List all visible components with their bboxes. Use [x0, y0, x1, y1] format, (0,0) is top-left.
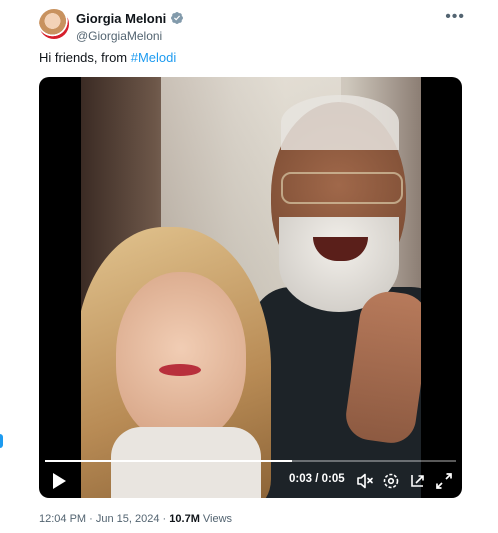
more-options-icon[interactable]: ••• — [445, 8, 465, 26]
tweet-text-body: Hi friends, from — [39, 50, 131, 65]
man-hair — [281, 95, 399, 150]
meta-dot: · — [86, 513, 96, 525]
author-block: Giorgia Meloni @GiorgiaMeloni — [76, 10, 184, 43]
author-name-row: Giorgia Meloni — [76, 10, 184, 26]
woman-lips — [159, 364, 201, 376]
progress-fill — [45, 460, 292, 462]
video-player[interactable]: 0:03 / 0:05 — [39, 77, 462, 498]
hashtag-link[interactable]: #Melodi — [131, 50, 177, 65]
duration: 0:05 — [321, 473, 345, 485]
tweet-card: Giorgia Meloni @GiorgiaMeloni ••• Hi fri… — [0, 0, 498, 533]
mute-icon[interactable] — [355, 471, 375, 491]
tweet-meta: 12:04 PM · Jun 15, 2024 · 10.7M Views — [39, 513, 232, 525]
video-controls: 0:03 / 0:05 — [39, 464, 462, 498]
play-icon[interactable] — [51, 472, 67, 490]
current-time: 0:03 — [289, 473, 313, 485]
tweet-date[interactable]: Jun 15, 2024 — [96, 513, 160, 525]
fullscreen-icon[interactable] — [434, 471, 454, 491]
progress-bar[interactable] — [45, 460, 456, 462]
verified-badge-icon — [171, 12, 184, 24]
pip-icon[interactable] — [408, 471, 428, 491]
tweet-text: Hi friends, from #Melodi — [39, 50, 176, 65]
time-separator: / — [312, 473, 322, 485]
woman-face — [116, 272, 246, 442]
author-display-name[interactable]: Giorgia Meloni — [76, 11, 166, 26]
side-indicator — [0, 434, 3, 448]
video-frame[interactable] — [81, 77, 421, 498]
man-glasses — [281, 172, 403, 204]
time-display: 0:03 / 0:05 — [289, 473, 345, 485]
settings-icon[interactable] — [381, 471, 401, 491]
author-handle[interactable]: @GiorgiaMeloni — [76, 29, 184, 43]
views-count: 10.7M — [169, 513, 200, 525]
views-label: Views — [199, 513, 233, 525]
tweet-time[interactable]: 12:04 PM — [39, 513, 86, 525]
meta-dot-2: · — [159, 513, 170, 525]
author-avatar[interactable] — [39, 9, 69, 39]
